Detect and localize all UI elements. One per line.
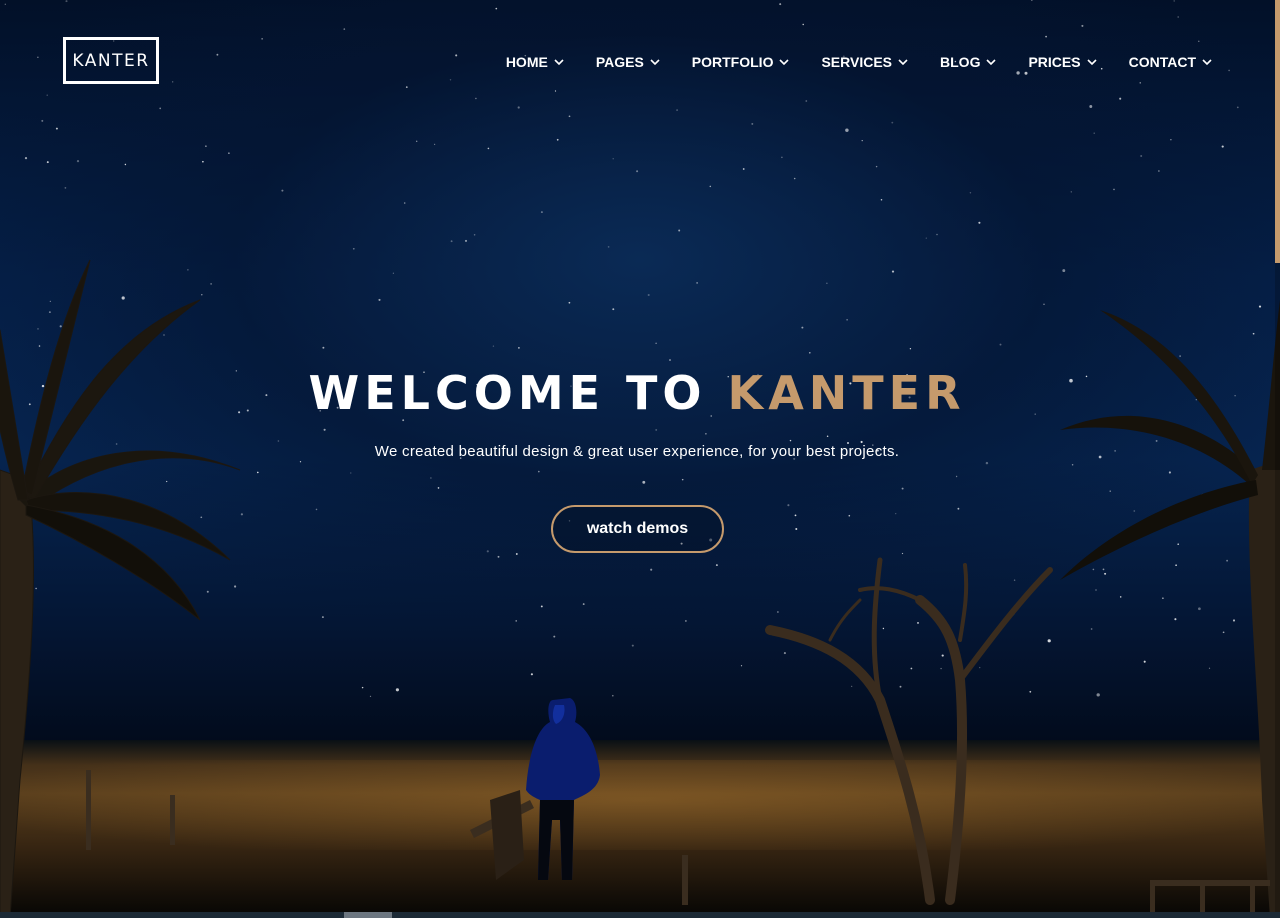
horizontal-scrollbar-thumb[interactable] [344,912,392,918]
left-palm-tree [0,259,241,918]
nav-item-label: PAGES [595,54,644,70]
site-logo[interactable]: KANTER [63,37,159,84]
hero-headline: WELCOME TO KANTER [0,366,1274,420]
chevron-down-icon [1087,59,1097,66]
headline-accent: KANTER [727,366,966,420]
chevron-down-icon [1202,59,1212,66]
fence-posts [86,770,1270,912]
person-silhouette [526,698,600,880]
hero-section: KANTER HOME PAGES PORTFOLIO SERVICES BLO… [0,0,1280,918]
nav-item-services[interactable]: SERVICES [821,52,908,72]
watch-demos-button[interactable]: watch demos [551,505,724,553]
nav-item-label: HOME [505,54,548,70]
headline-prefix: WELCOME TO [308,366,707,420]
nav-item-prices[interactable]: PRICES [1028,52,1097,72]
nav-item-label: CONTACT [1128,54,1196,70]
nav-item-label: SERVICES [821,54,893,70]
nav-item-label: PRICES [1028,54,1081,70]
dead-tree [765,557,1053,905]
nav-item-pages[interactable]: PAGES [596,52,660,72]
nav-item-label: PORTFOLIO [691,54,774,70]
chevron-down-icon [554,59,564,66]
chevron-down-icon [898,59,908,66]
page-scrollbar-thumb[interactable] [1275,0,1280,263]
chevron-down-icon [986,59,997,66]
chevron-down-icon [650,59,660,66]
main-nav: HOME PAGES PORTFOLIO SERVICES BLOG PRICE… [474,52,1212,72]
horizontal-scrollbar-track[interactable] [0,912,1280,918]
hero-subtitle: We created beautiful design & great user… [374,443,900,460]
nav-item-label: BLOG [940,54,981,70]
nav-item-blog[interactable]: BLOG [940,52,997,72]
nav-item-home[interactable]: HOME [506,52,564,72]
nav-item-contact[interactable]: CONTACT [1129,52,1212,72]
chevron-down-icon [779,59,790,66]
nav-item-portfolio[interactable]: PORTFOLIO [692,52,790,72]
